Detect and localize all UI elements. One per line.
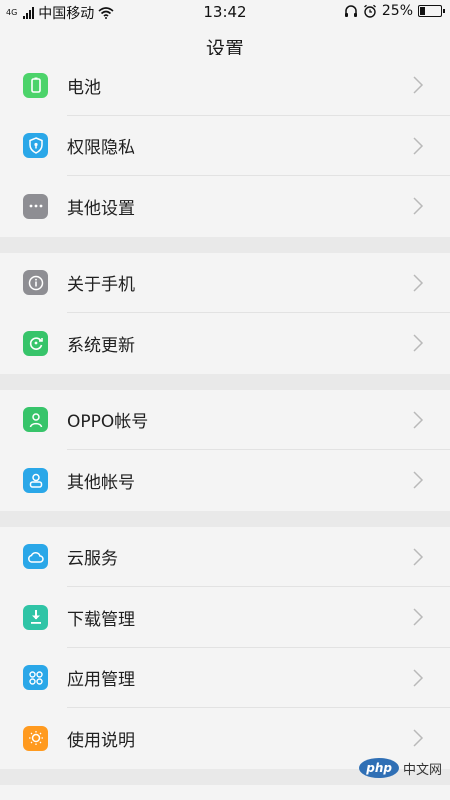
status-right: 25% (344, 3, 445, 19)
chevron-right-icon (411, 470, 425, 490)
chevron-right-icon (411, 136, 425, 156)
settings-row-label: OPPO帐号 (67, 412, 149, 433)
chevron-right-icon (411, 75, 425, 95)
watermark-site-text: 中文网 (402, 762, 442, 778)
settings-row-battery[interactable]: 电池 (0, 55, 450, 116)
settings-row-shield[interactable]: 权限隐私 (0, 116, 450, 176)
settings-group-partial (0, 784, 450, 800)
settings-list: 电池权限隐私其他设置关于手机系统更新 OPPO帐号 其他帐号云服务下载管理应用管理使… (0, 55, 450, 800)
settings-row-label: 其他设置 (67, 198, 135, 219)
battery-percent: 25% (381, 3, 413, 19)
settings-row-label: 云服务 (67, 549, 118, 570)
settings-row-label: 应用管理 (67, 670, 135, 691)
chevron-right-icon (411, 728, 425, 748)
settings-row-cloud[interactable]: 云服务 (0, 527, 450, 587)
update-icon (23, 330, 48, 356)
more-dots-icon (23, 193, 48, 219)
chevron-right-icon (411, 333, 425, 353)
headset-icon (344, 4, 357, 17)
settings-row-info[interactable]: 关于手机 (0, 253, 450, 313)
user-icon (23, 467, 48, 493)
battery-icon (23, 72, 48, 98)
oppo-account-icon (23, 407, 48, 433)
battery-icon (418, 5, 445, 17)
info-icon (23, 270, 48, 296)
settings-group: OPPO帐号 其他帐号 (0, 389, 450, 511)
chevron-right-icon (411, 273, 425, 293)
cloud-icon (23, 544, 48, 570)
settings-row-download[interactable]: 下载管理 (0, 587, 450, 648)
settings-group: 关于手机 系统更新 (0, 252, 450, 374)
chevron-right-icon (411, 607, 425, 627)
chevron-right-icon (411, 547, 425, 567)
apps-icon (23, 665, 48, 691)
status-bar: 4G 中国移动 13:42 25% (0, 0, 450, 24)
settings-row-label: 使用说明 (67, 730, 135, 751)
settings-row-label: 关于手机 (67, 275, 135, 296)
settings-row-more-dots[interactable]: 其他设置 (0, 176, 450, 237)
chevron-right-icon (411, 668, 425, 688)
watermark: php 中文网 (359, 758, 442, 778)
settings-row-label: 其他帐号 (67, 472, 135, 493)
settings-row-label: 下载管理 (67, 609, 135, 630)
group-separator (0, 236, 450, 253)
php-logo: php (359, 758, 399, 778)
settings-row-label: 权限隐私 (67, 138, 135, 159)
settings-row-label: 电池 (67, 77, 101, 98)
settings-row-label: 系统更新 (67, 335, 135, 356)
download-icon (23, 604, 48, 630)
settings-row-oppo-account[interactable]: OPPO帐号 (0, 390, 450, 450)
shield-icon (23, 133, 48, 159)
settings-row-user[interactable]: 其他帐号 (0, 450, 450, 511)
settings-group: 云服务下载管理应用管理使用说明 (0, 526, 450, 769)
settings-group: 电池权限隐私其他设置 (0, 55, 450, 237)
settings-row-update[interactable]: 系统更新 (0, 313, 450, 374)
settings-row-apps[interactable]: 应用管理 (0, 648, 450, 708)
group-separator (0, 510, 450, 527)
chevron-right-icon (411, 410, 425, 430)
bulb-icon (23, 725, 48, 751)
group-separator (0, 373, 450, 390)
chevron-right-icon (411, 196, 425, 216)
alarm-icon (363, 4, 376, 18)
